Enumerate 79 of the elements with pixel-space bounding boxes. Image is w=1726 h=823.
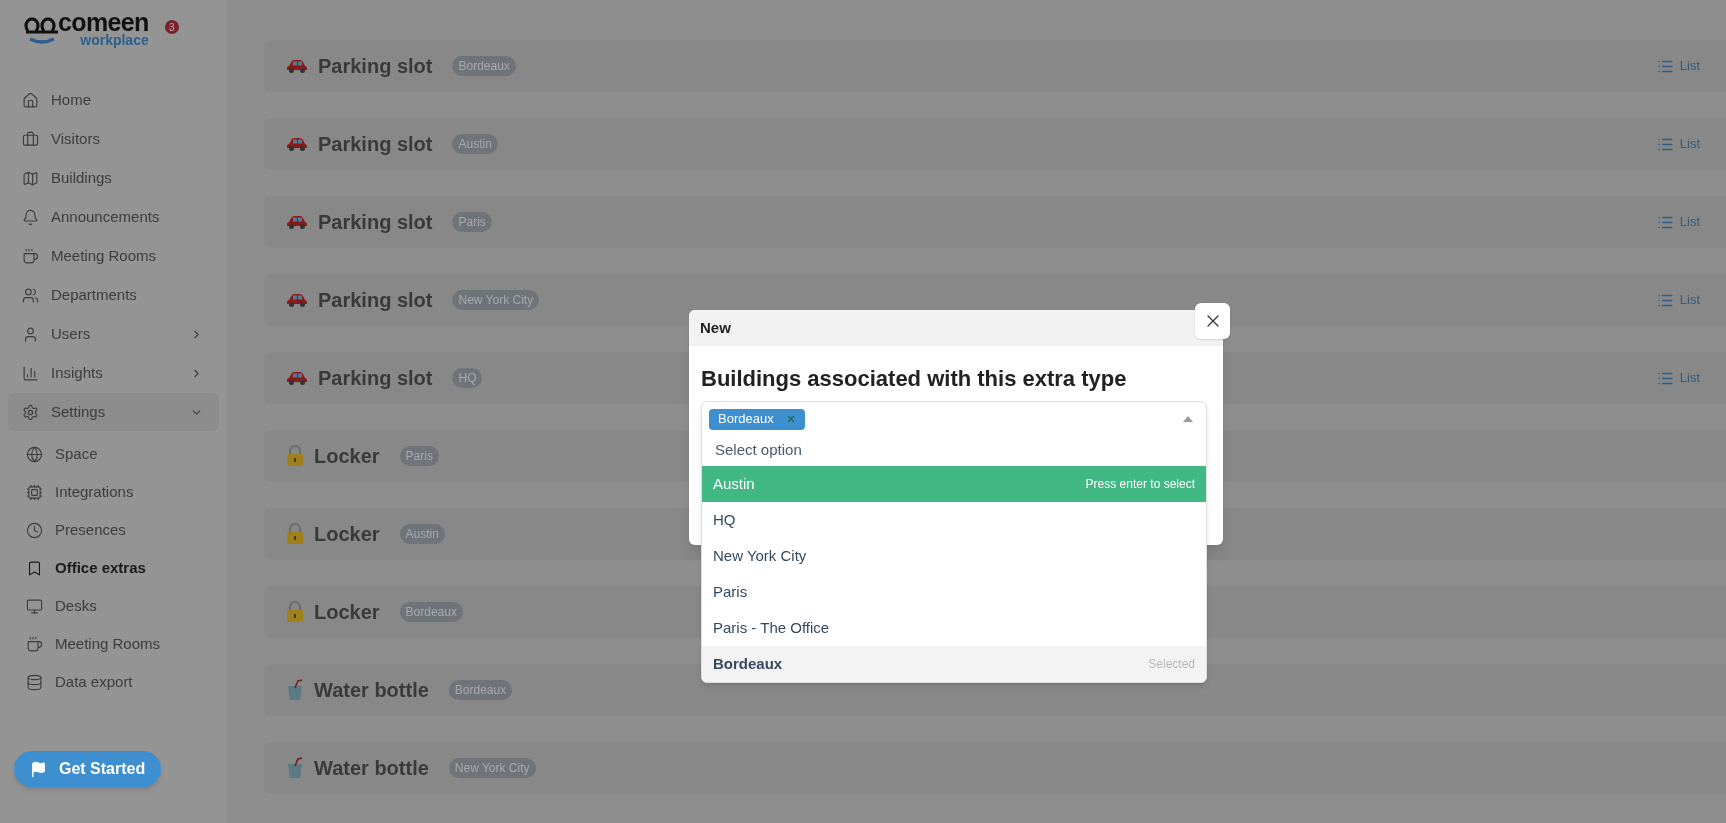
list-link[interactable]: List <box>1656 56 1700 76</box>
list-link[interactable]: List <box>1656 212 1700 232</box>
extra-title: Parking slot <box>318 366 433 391</box>
user-icon <box>22 325 39 343</box>
sidebar-item[interactable]: Presences <box>8 511 219 549</box>
select-option[interactable]: New York City <box>702 538 1206 574</box>
cup-icon <box>26 635 43 653</box>
logo-text: comeen <box>58 10 149 35</box>
cup-icon <box>22 247 39 265</box>
extra-title: Parking slot <box>318 210 433 235</box>
flag-icon <box>30 760 47 778</box>
lock-icon <box>286 445 304 467</box>
select-input[interactable]: Select option <box>702 432 1206 466</box>
sidebar-item[interactable]: Data export <box>8 663 219 701</box>
get-started-button[interactable]: Get Started <box>14 751 162 787</box>
option-hint: Press enter to select <box>1085 476 1195 493</box>
extra-title: Locker <box>314 600 380 625</box>
logo-subtext: workplace <box>79 33 149 47</box>
sidebar-item[interactable]: Desks <box>8 587 219 625</box>
sidebar-item[interactable]: Office extras <box>8 549 219 587</box>
sidebar-item[interactable]: Announcements <box>8 198 219 236</box>
car-icon <box>286 292 308 308</box>
modal-title: New <box>700 317 731 338</box>
sidebar-item[interactable]: Insights <box>8 354 219 392</box>
monitor-icon <box>26 597 43 615</box>
map-icon <box>22 169 39 187</box>
sidebar-item[interactable]: Home <box>8 81 219 119</box>
car-icon <box>286 214 308 230</box>
extra-title: Parking slot <box>318 288 433 313</box>
car-icon <box>286 136 308 152</box>
car-icon <box>286 58 308 74</box>
home-icon <box>22 91 39 109</box>
bar-chart-icon <box>22 364 39 382</box>
settings-icon <box>22 403 39 421</box>
option-hint: Selected <box>1148 656 1195 673</box>
extra-title: Water bottle <box>314 678 429 703</box>
sidebar-item[interactable]: Users <box>8 315 219 353</box>
select-option[interactable]: Austin Press enter to select <box>702 466 1206 502</box>
database-icon <box>26 673 43 691</box>
sidebar-item[interactable]: Departments <box>8 276 219 314</box>
extra-title: Water bottle <box>314 756 429 781</box>
lock-icon <box>286 523 304 545</box>
list-link[interactable]: List <box>1656 134 1700 154</box>
lock-icon <box>286 601 304 623</box>
close-button[interactable] <box>1195 303 1230 339</box>
bell-icon <box>22 208 39 226</box>
logo-icon <box>24 15 60 47</box>
sidebar-item[interactable]: Buildings <box>8 159 219 197</box>
sidebar-item[interactable]: Settings <box>8 393 219 431</box>
chip-icon <box>26 483 43 501</box>
globe-icon <box>26 445 43 463</box>
extra-title: Parking slot <box>318 54 433 79</box>
cup-icon <box>286 757 304 779</box>
select-option[interactable]: Bordeaux Selected <box>702 646 1206 682</box>
select-option[interactable]: HQ <box>702 502 1206 538</box>
select-dropdown[interactable]: Bordeaux Select option Austin Press enter to select HQ New York City Paris Paris - The Office Bordeaux Selected <box>701 401 1207 683</box>
remove-icon[interactable] <box>785 414 796 424</box>
sidebar-item[interactable]: Meeting Rooms <box>8 625 219 663</box>
briefcase-icon <box>22 130 39 148</box>
sidebar-item[interactable]: Visitors <box>8 120 219 158</box>
sidebar-item[interactable]: Meeting Rooms <box>8 237 219 275</box>
extra-title: Locker <box>314 444 380 469</box>
modal-heading: Buildings associated with this extra type <box>701 365 1128 393</box>
select-option[interactable]: Paris - The Office <box>702 610 1206 646</box>
caret-icon <box>1183 416 1193 422</box>
list-link[interactable]: List <box>1656 368 1700 388</box>
extra-title: Parking slot <box>318 132 433 157</box>
car-icon <box>286 370 308 386</box>
sidebar-item[interactable]: Space <box>8 435 219 473</box>
notification-badge: 3 <box>164 20 179 34</box>
clock-icon <box>26 521 43 539</box>
selected-tag: Bordeaux <box>709 408 805 430</box>
bookmark-icon <box>26 559 43 577</box>
list-link[interactable]: List <box>1656 290 1700 310</box>
users-icon <box>22 286 39 304</box>
extra-title: Locker <box>314 522 380 547</box>
sidebar-item[interactable]: Integrations <box>8 473 219 511</box>
select-option[interactable]: Paris <box>702 574 1206 610</box>
cup-icon <box>286 679 304 701</box>
